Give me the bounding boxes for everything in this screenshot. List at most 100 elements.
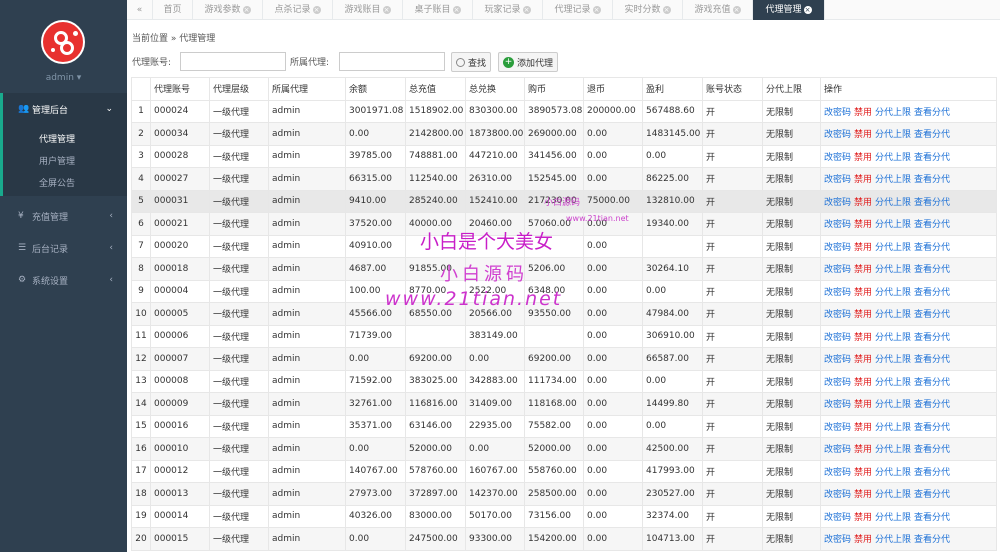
close-icon[interactable]: × <box>803 5 812 14</box>
view-sub-agents-link[interactable]: 查看分代 <box>914 220 950 230</box>
view-sub-agents-link[interactable]: 查看分代 <box>914 513 950 523</box>
disable-link[interactable]: 禁用 <box>854 333 872 343</box>
sub-agent-limit-link[interactable]: 分代上限 <box>875 378 911 388</box>
close-icon[interactable]: × <box>662 5 671 14</box>
sub-agent-limit-link[interactable]: 分代上限 <box>875 535 911 545</box>
change-password-link[interactable]: 改密码 <box>824 153 851 163</box>
menu-system-settings[interactable]: ⚙ 系统设置 ‹ <box>0 264 127 296</box>
view-sub-agents-link[interactable]: 查看分代 <box>914 288 950 298</box>
tab-scroll-left[interactable]: « <box>127 0 153 20</box>
change-password-link[interactable]: 改密码 <box>824 378 851 388</box>
sub-agent-limit-link[interactable]: 分代上限 <box>875 513 911 523</box>
add-agent-button[interactable]: + 添加代理 <box>498 52 559 72</box>
sub-agent-limit-link[interactable]: 分代上限 <box>875 445 911 455</box>
view-sub-agents-link[interactable]: 查看分代 <box>914 153 950 163</box>
view-sub-agents-link[interactable]: 查看分代 <box>914 333 950 343</box>
disable-link[interactable]: 禁用 <box>854 175 872 185</box>
menu-admin-backend[interactable]: 👥 管理后台 ⌄ <box>0 93 127 125</box>
sub-agent-limit-link[interactable]: 分代上限 <box>875 355 911 365</box>
view-sub-agents-link[interactable]: 查看分代 <box>914 423 950 433</box>
view-sub-agents-link[interactable]: 查看分代 <box>914 490 950 500</box>
disable-link[interactable]: 禁用 <box>854 130 872 140</box>
tab-agent-records[interactable]: 代理记录 × <box>543 0 613 20</box>
view-sub-agents-link[interactable]: 查看分代 <box>914 535 950 545</box>
change-password-link[interactable]: 改密码 <box>824 468 851 478</box>
tab-table-accounts[interactable]: 桌子账目 × <box>403 0 473 20</box>
sub-agent-limit-link[interactable]: 分代上限 <box>875 220 911 230</box>
account-input[interactable] <box>180 52 286 71</box>
view-sub-agents-link[interactable]: 查看分代 <box>914 468 950 478</box>
close-icon[interactable]: × <box>242 5 251 14</box>
change-password-link[interactable]: 改密码 <box>824 243 851 253</box>
tab-realtime-scores[interactable]: 实时分数 × <box>613 0 683 20</box>
view-sub-agents-link[interactable]: 查看分代 <box>914 310 950 320</box>
tab-kill-records[interactable]: 点杀记录 × <box>263 0 333 20</box>
tab-player-records[interactable]: 玩家记录 × <box>473 0 543 20</box>
disable-link[interactable]: 禁用 <box>854 490 872 500</box>
sidebar-item-user-manage[interactable]: 用户管理 <box>39 154 75 167</box>
disable-link[interactable]: 禁用 <box>854 468 872 478</box>
disable-link[interactable]: 禁用 <box>854 198 872 208</box>
disable-link[interactable]: 禁用 <box>854 355 872 365</box>
disable-link[interactable]: 禁用 <box>854 535 872 545</box>
tab-home[interactable]: 首页 <box>153 0 193 20</box>
sidebar-item-agent-manage[interactable]: 代理管理 <box>39 132 75 145</box>
menu-recharge[interactable]: ¥ 充值管理 ‹ <box>0 200 127 232</box>
disable-link[interactable]: 禁用 <box>854 378 872 388</box>
sub-agent-limit-link[interactable]: 分代上限 <box>875 175 911 185</box>
change-password-link[interactable]: 改密码 <box>824 400 851 410</box>
change-password-link[interactable]: 改密码 <box>824 490 851 500</box>
view-sub-agents-link[interactable]: 查看分代 <box>914 243 950 253</box>
close-icon[interactable]: × <box>732 5 741 14</box>
tab-game-params[interactable]: 游戏参数 × <box>193 0 263 20</box>
change-password-link[interactable]: 改密码 <box>824 288 851 298</box>
change-password-link[interactable]: 改密码 <box>824 310 851 320</box>
change-password-link[interactable]: 改密码 <box>824 355 851 365</box>
change-password-link[interactable]: 改密码 <box>824 265 851 275</box>
disable-link[interactable]: 禁用 <box>854 108 872 118</box>
sub-agent-limit-link[interactable]: 分代上限 <box>875 153 911 163</box>
disable-link[interactable]: 禁用 <box>854 288 872 298</box>
sub-agent-limit-link[interactable]: 分代上限 <box>875 288 911 298</box>
disable-link[interactable]: 禁用 <box>854 400 872 410</box>
tab-agent-manage[interactable]: 代理管理 × <box>753 0 825 20</box>
sub-agent-limit-link[interactable]: 分代上限 <box>875 310 911 320</box>
sub-agent-limit-link[interactable]: 分代上限 <box>875 265 911 275</box>
sub-agent-limit-link[interactable]: 分代上限 <box>875 400 911 410</box>
view-sub-agents-link[interactable]: 查看分代 <box>914 378 950 388</box>
disable-link[interactable]: 禁用 <box>854 423 872 433</box>
change-password-link[interactable]: 改密码 <box>824 513 851 523</box>
sidebar-item-fullscreen-notice[interactable]: 全屏公告 <box>39 176 75 189</box>
disable-link[interactable]: 禁用 <box>854 513 872 523</box>
disable-link[interactable]: 禁用 <box>854 445 872 455</box>
view-sub-agents-link[interactable]: 查看分代 <box>914 108 950 118</box>
tab-game-recharge[interactable]: 游戏充值 × <box>683 0 753 20</box>
view-sub-agents-link[interactable]: 查看分代 <box>914 175 950 185</box>
view-sub-agents-link[interactable]: 查看分代 <box>914 400 950 410</box>
sub-agent-limit-link[interactable]: 分代上限 <box>875 333 911 343</box>
change-password-link[interactable]: 改密码 <box>824 445 851 455</box>
close-icon[interactable]: × <box>592 5 601 14</box>
sub-agent-limit-link[interactable]: 分代上限 <box>875 243 911 253</box>
change-password-link[interactable]: 改密码 <box>824 423 851 433</box>
tab-game-accounts[interactable]: 游戏账目 × <box>333 0 403 20</box>
disable-link[interactable]: 禁用 <box>854 220 872 230</box>
search-button[interactable]: 查找 <box>451 52 492 72</box>
close-icon[interactable]: × <box>452 5 461 14</box>
sub-agent-limit-link[interactable]: 分代上限 <box>875 198 911 208</box>
change-password-link[interactable]: 改密码 <box>824 175 851 185</box>
disable-link[interactable]: 禁用 <box>854 265 872 275</box>
disable-link[interactable]: 禁用 <box>854 310 872 320</box>
close-icon[interactable]: × <box>312 5 321 14</box>
parent-agent-input[interactable] <box>339 52 445 71</box>
change-password-link[interactable]: 改密码 <box>824 198 851 208</box>
user-menu[interactable]: admin ▾ <box>0 73 127 83</box>
view-sub-agents-link[interactable]: 查看分代 <box>914 198 950 208</box>
change-password-link[interactable]: 改密码 <box>824 130 851 140</box>
sub-agent-limit-link[interactable]: 分代上限 <box>875 108 911 118</box>
view-sub-agents-link[interactable]: 查看分代 <box>914 445 950 455</box>
view-sub-agents-link[interactable]: 查看分代 <box>914 265 950 275</box>
sub-agent-limit-link[interactable]: 分代上限 <box>875 423 911 433</box>
disable-link[interactable]: 禁用 <box>854 153 872 163</box>
sub-agent-limit-link[interactable]: 分代上限 <box>875 490 911 500</box>
